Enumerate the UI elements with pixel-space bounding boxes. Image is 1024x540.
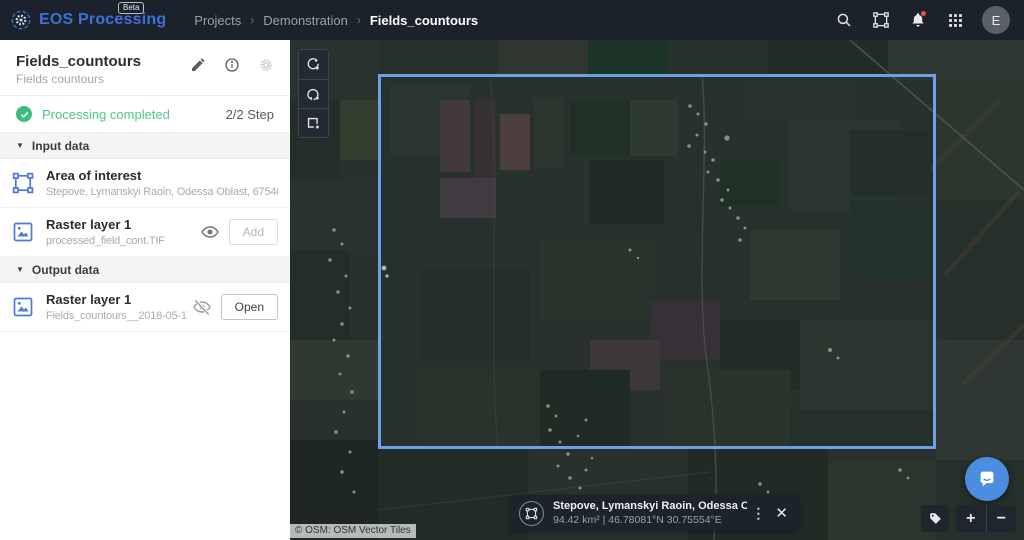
- breadcrumb-demonstration[interactable]: Demonstration: [263, 13, 348, 28]
- draw-polygon-tool-button[interactable]: [299, 79, 328, 108]
- chat-bubble-icon: [980, 471, 994, 487]
- item-title: Raster layer 1: [46, 217, 132, 232]
- section-input-data[interactable]: ▼ Input data: [0, 133, 290, 159]
- draw-circle-tool-button[interactable]: [299, 50, 328, 79]
- map-attribution: © OSM: OSM Vector Tiles: [290, 524, 416, 538]
- page-subtitle: Fields countours: [16, 72, 105, 86]
- settings-gear-icon[interactable]: [258, 57, 274, 73]
- project-header: Fields_countours Fields countours: [0, 40, 290, 96]
- section-label: Input data: [31, 138, 90, 153]
- notifications-bell-icon[interactable]: [908, 10, 928, 30]
- top-bar: EOS Processing Beta Projects › Demonstra…: [0, 0, 1024, 40]
- breadcrumb: Projects › Demonstration › Fields_counto…: [194, 13, 478, 28]
- list-item-area-of-interest[interactable]: Area of interest Stepove, Lymanskyi Raoi…: [0, 159, 290, 208]
- chevron-down-icon: ▼: [16, 141, 24, 150]
- zoom-control: + −: [956, 505, 1016, 532]
- area-select-icon[interactable]: [871, 10, 891, 30]
- status-text: Processing completed: [42, 106, 170, 122]
- draw-rectangle-tool-button[interactable]: [299, 108, 328, 137]
- add-button[interactable]: Add: [228, 219, 278, 245]
- aoi-frame-badge-icon: [519, 500, 544, 526]
- search-icon[interactable]: [834, 10, 854, 30]
- item-subtitle: processed_field_cont.TIF: [46, 235, 165, 247]
- step-counter: 2/2 Step: [225, 106, 274, 122]
- app-window: EOS Processing Beta Projects › Demonstra…: [0, 0, 1024, 540]
- eos-gear-logo-icon: [11, 10, 31, 30]
- section-label: Output data: [31, 262, 100, 277]
- labels-tag-button[interactable]: [921, 505, 949, 532]
- chat-widget-button[interactable]: [965, 457, 1009, 501]
- tag-icon: [929, 513, 941, 524]
- draw-tools-group: [298, 49, 329, 138]
- open-button[interactable]: Open: [220, 294, 278, 320]
- aoi-location-title: Stepove, Lymanskyi Raoin, Odessa Obla...: [553, 500, 748, 512]
- section-output-data[interactable]: ▼ Output data: [0, 257, 290, 283]
- edit-pencil-icon[interactable]: [190, 57, 206, 73]
- user-avatar[interactable]: E: [982, 6, 1010, 34]
- beta-badge: Beta: [118, 2, 145, 14]
- apps-grid-icon[interactable]: [945, 10, 965, 30]
- topbar-actions: E: [834, 6, 1010, 34]
- chevron-down-icon: ▼: [16, 265, 24, 274]
- visibility-eye-icon[interactable]: [200, 222, 220, 242]
- raster-image-icon: [10, 294, 36, 320]
- breadcrumb-projects[interactable]: Projects: [194, 13, 241, 28]
- zoom-out-button[interactable]: −: [987, 505, 1017, 532]
- map-canvas[interactable]: Stepove, Lymanskyi Raoin, Odessa Obla...…: [290, 40, 1024, 540]
- visibility-off-eye-icon[interactable]: [192, 297, 212, 317]
- zoom-in-button[interactable]: +: [956, 505, 987, 532]
- breadcrumb-current: Fields_countours: [369, 12, 479, 28]
- breadcrumb-separator: ›: [250, 13, 255, 27]
- list-item-output-raster[interactable]: Raster layer 1 Fields_countours__2018-05…: [0, 283, 290, 332]
- sidebar-panel: Fields_countours Fields countours Proces…: [0, 40, 290, 540]
- area-of-interest-rectangle: [378, 74, 936, 449]
- breadcrumb-separator: ›: [356, 13, 361, 27]
- processing-status-row: Processing completed 2/2 Step: [0, 96, 290, 133]
- aoi-area-coordinates: 94.42 km² | 46.78081°N 30.75554°E: [553, 514, 722, 526]
- notification-dot: [920, 10, 927, 17]
- aoi-frame-icon: [10, 170, 36, 196]
- item-subtitle: Fields_countours__2018-05-17T15-01...: [46, 310, 188, 322]
- item-title: Area of interest: [46, 168, 142, 183]
- aoi-info-bar: Stepove, Lymanskyi Raoin, Odessa Obla...…: [511, 495, 798, 531]
- raster-image-icon: [10, 219, 36, 245]
- info-icon[interactable]: [224, 57, 240, 73]
- item-title: Raster layer 1: [46, 292, 132, 307]
- success-check-icon: [16, 106, 32, 122]
- item-subtitle: Stepove, Lymanskyi Raoin, Odessa Oblast,…: [46, 186, 278, 198]
- list-item-input-raster[interactable]: Raster layer 1 processed_field_cont.TIF …: [0, 208, 290, 257]
- logo-text: EOS Processing: [39, 11, 167, 28]
- more-options-icon[interactable]: ⋮: [751, 506, 765, 520]
- close-icon[interactable]: ✕: [775, 504, 788, 522]
